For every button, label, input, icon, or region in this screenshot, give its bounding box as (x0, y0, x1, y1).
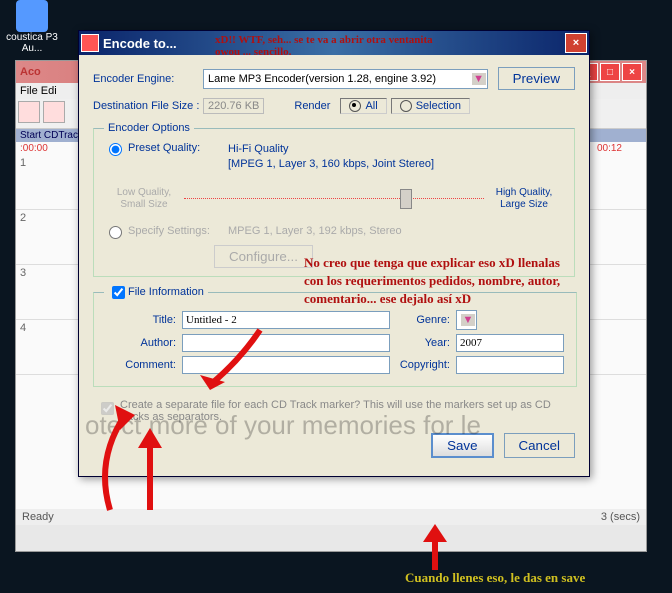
copyright-field[interactable] (456, 356, 564, 374)
render-label: Render (294, 100, 330, 112)
cancel-button[interactable]: Cancel (504, 433, 576, 458)
bg-tool-button[interactable] (18, 101, 40, 123)
bg-max-icon[interactable]: □ (600, 63, 620, 81)
encoder-label: Encoder Engine: (93, 73, 203, 85)
comment-label: Comment: (104, 359, 182, 371)
configure-button: Configure... (214, 245, 313, 268)
titlebar[interactable]: Encode to... × (79, 31, 589, 55)
year-field[interactable] (456, 334, 564, 352)
file-info-checkbox[interactable] (112, 286, 125, 299)
separate-files-checkbox (101, 402, 114, 415)
comment-field[interactable] (182, 356, 390, 374)
slider-thumb[interactable] (400, 189, 412, 209)
author-label: Author: (104, 337, 182, 349)
genre-combo[interactable]: ▼ (456, 310, 477, 330)
slider-low-label: Low Quality, Small Size (104, 187, 184, 211)
dest-size-label: Destination File Size : (93, 100, 203, 112)
save-button[interactable]: Save (431, 433, 493, 458)
desktop-icon: coustica P3 Au... (2, 0, 62, 54)
copyright-label: Copyright: (390, 359, 456, 371)
encoder-options-group: Encoder Options Preset Quality: Hi-Fi Qu… (93, 122, 575, 277)
title-field[interactable] (182, 311, 390, 329)
preset-quality-radio[interactable] (109, 143, 122, 156)
separate-files-label: Create a separate file for each CD Track… (120, 399, 571, 423)
specify-settings-label: Specify Settings: (128, 225, 228, 237)
specify-detail: MPEG 1, Layer 3, 192 kbps, Stereo (228, 225, 402, 237)
preview-button[interactable]: Preview (498, 67, 575, 90)
status-bar: Ready 3 (secs) (16, 509, 646, 525)
encode-dialog: Encode to... × Encoder Engine: Lame MP3 … (78, 30, 590, 477)
bg-close-icon[interactable]: × (622, 63, 642, 81)
preset-quality-label: Preset Quality: (128, 142, 228, 154)
title-label: Title: (104, 314, 182, 326)
file-information-legend: File Information (104, 283, 208, 302)
bg-tool-button[interactable] (43, 101, 65, 123)
dialog-title: Encode to... (103, 36, 565, 51)
render-selection-radio[interactable]: Selection (391, 98, 470, 114)
app-icon (81, 34, 99, 52)
close-icon[interactable]: × (565, 33, 587, 53)
encoder-combo[interactable]: Lame MP3 Encoder(version 1.28, engine 3.… (203, 69, 488, 89)
encoder-options-legend: Encoder Options (104, 122, 194, 134)
dest-size-value: 220.76 KB (203, 98, 264, 114)
slider-high-label: High Quality, Large Size (484, 187, 564, 211)
render-all-radio[interactable]: All (340, 98, 386, 114)
genre-label: Genre: (390, 314, 456, 326)
chevron-down-icon[interactable]: ▼ (461, 314, 475, 326)
chevron-down-icon[interactable]: ▼ (472, 73, 486, 85)
year-label: Year: (390, 337, 456, 349)
preset-name: Hi-Fi Quality (228, 142, 434, 157)
annotation-bottom: Cuando llenes eso, le das en save (405, 570, 585, 586)
preset-detail: [MPEG 1, Layer 3, 160 kbps, Joint Stereo… (228, 157, 434, 172)
file-information-group: File Information Title: Genre: ▼ Author:… (93, 283, 577, 387)
quality-slider[interactable] (184, 191, 484, 207)
author-field[interactable] (182, 334, 390, 352)
specify-settings-radio[interactable] (109, 226, 122, 239)
